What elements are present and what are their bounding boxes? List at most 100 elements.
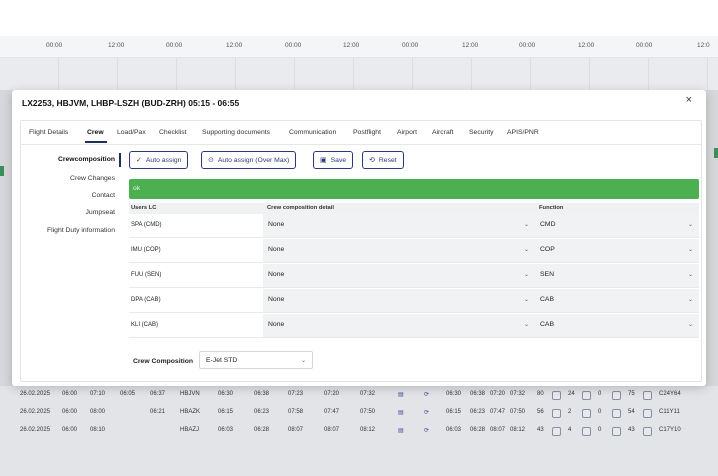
crew-row: KLI (CAB) None ⌄ CAB ⌄ — [129, 314, 699, 338]
crew-composition-label: Crew Composition — [133, 358, 194, 365]
pax-chip — [643, 409, 652, 418]
sidebar-item-jumpseat[interactable]: Jumpseat — [86, 209, 115, 216]
chevron-down-icon: ⌄ — [687, 322, 693, 328]
pax-chip — [643, 427, 652, 436]
reset-button[interactable]: ⟲ Reset — [362, 151, 404, 169]
pax-chip — [582, 427, 591, 436]
sidebar-item-crew-changes[interactable]: Crew Changes — [70, 175, 115, 182]
gantt-area — [0, 58, 718, 90]
pax-chip — [552, 391, 561, 400]
sidebar-item-flight-duty-information[interactable]: Flight Duty information — [47, 227, 115, 234]
pax-chip — [612, 427, 621, 436]
pax-chip — [552, 409, 561, 418]
crew-detail-select[interactable]: None ⌄ — [263, 289, 535, 312]
pax-chip — [552, 427, 561, 436]
tab-airport[interactable]: Airport — [397, 129, 417, 136]
crew-row: IMU (COP) None ⌄ COP ⌄ — [129, 239, 699, 263]
document-status-icon[interactable]: ▤ — [398, 427, 404, 434]
auto-assign-over-max-button[interactable]: ⊙ Auto assign (Over Max) — [201, 151, 297, 169]
crew-row: SPA (CMD) None ⌄ CMD ⌄ — [129, 214, 699, 238]
table-row[interactable]: 26.02.2025 06:00 08:10 HBAZJ 06:03 06:28… — [0, 422, 718, 440]
crew-row: DPA (CAB) None ⌄ CAB ⌄ — [129, 289, 699, 313]
timeline-tick: 12:00 — [462, 42, 479, 49]
close-icon[interactable]: × — [686, 94, 692, 106]
function-select[interactable]: CAB ⌄ — [535, 314, 699, 337]
circle-check-icon: ⊙ — [208, 157, 214, 164]
timeline-tick: 12:0 — [697, 42, 710, 49]
timeline-tick: 12:00 — [226, 42, 243, 49]
pax-chip — [582, 391, 591, 400]
crew-composition-panel: ✓ Auto assign ⊙ Auto assign (Over Max) ▣… — [125, 145, 699, 381]
save-icon: ▣ — [320, 157, 327, 164]
chevron-down-icon: ⌄ — [523, 247, 529, 253]
timeline-tick: 12:00 — [578, 42, 595, 49]
flight-dialog: LX2253, HBJVM, LHBP-LSZH (BUD-ZRH) 05:15… — [12, 90, 706, 386]
table-row[interactable]: 26.02.2025 06:00 07:10 06:05 06:37 HBJVN… — [0, 386, 718, 404]
sidebar-item-crewcomposition[interactable]: Crewcomposition — [58, 156, 115, 163]
side-nav: Crewcomposition Crew Changes Contact Jum… — [21, 145, 121, 381]
tab-supporting-documents[interactable]: Supporting documents — [202, 129, 270, 136]
dialog-panel: Flight Details Crew Load/Pax Checklist S… — [20, 120, 702, 382]
chevron-down-icon: ⌄ — [687, 222, 693, 228]
active-side-indicator — [119, 153, 121, 167]
crew-detail-select[interactable]: None ⌄ — [263, 264, 535, 287]
tab-bar: Flight Details Crew Load/Pax Checklist S… — [21, 121, 701, 145]
document-status-icon[interactable]: ▤ — [398, 391, 404, 398]
status-message: ok — [129, 179, 699, 199]
tab-load-pax[interactable]: Load/Pax — [117, 129, 146, 136]
tab-aircraft[interactable]: Aircraft — [432, 129, 454, 136]
timeline-tick: 00:00 — [46, 42, 63, 49]
timeline-axis: 00:00 12:00 00:00 12:00 00:00 12:00 00:0… — [0, 36, 718, 58]
crew-composition-select[interactable]: E-Jet STD ⌄ — [199, 351, 313, 369]
crew-detail-select[interactable]: None ⌄ — [263, 214, 535, 237]
app-top-area — [0, 0, 718, 36]
chevron-down-icon: ⌄ — [523, 297, 529, 303]
sidebar-item-contact[interactable]: Contact — [92, 192, 115, 199]
dialog-title: LX2253, HBJVM, LHBP-LSZH (BUD-ZRH) 05:15… — [22, 98, 240, 108]
auto-assign-button[interactable]: ✓ Auto assign — [129, 151, 189, 169]
right-edge-marker — [714, 148, 718, 158]
tab-checklist[interactable]: Checklist — [159, 129, 187, 136]
chevron-down-icon: ⌄ — [523, 272, 529, 278]
timeline-tick: 12:00 — [343, 42, 360, 49]
crew-detail-select[interactable]: None ⌄ — [263, 314, 535, 337]
timeline-tick: 00:00 — [285, 42, 302, 49]
tab-apis-pnr[interactable]: APIS/PNR — [507, 129, 539, 136]
table-row[interactable]: 26.02.2025 06:00 08:00 06:21 HBAZK 06:15… — [0, 404, 718, 422]
function-select[interactable]: CMD ⌄ — [535, 214, 699, 237]
tab-flight-details[interactable]: Flight Details — [29, 129, 68, 136]
crew-table-header: Users LC Crew composition detail Functio… — [129, 203, 699, 214]
reset-icon: ⟲ — [369, 157, 375, 164]
function-select[interactable]: CAB ⌄ — [535, 289, 699, 312]
save-button[interactable]: ▣ Save — [313, 151, 354, 169]
timeline-tick: 00:00 — [402, 42, 419, 49]
document-status-icon[interactable]: ▤ — [398, 409, 404, 416]
chevron-down-icon: ⌄ — [523, 222, 529, 228]
pax-chip — [612, 391, 621, 400]
check-icon: ✓ — [136, 157, 142, 164]
crew-row: FUU (SEN) None ⌄ SEN ⌄ — [129, 264, 699, 288]
chevron-down-icon: ⌄ — [523, 322, 529, 328]
flight-table-background: 26.02.2025 06:00 07:10 06:05 06:37 HBJVN… — [0, 386, 718, 476]
tab-postflight[interactable]: Postflight — [353, 129, 381, 136]
chevron-down-icon: ⌄ — [687, 297, 693, 303]
crew-detail-select[interactable]: None ⌄ — [263, 239, 535, 262]
tab-communication[interactable]: Communication — [289, 129, 336, 136]
refresh-status-icon[interactable]: ⟳ — [424, 427, 429, 434]
timeline-tick: 00:00 — [166, 42, 183, 49]
tab-crew[interactable]: Crew — [87, 129, 104, 136]
refresh-status-icon[interactable]: ⟳ — [424, 409, 429, 416]
left-edge-marker — [0, 166, 4, 176]
function-select[interactable]: COP ⌄ — [535, 239, 699, 262]
active-tab-indicator — [85, 141, 107, 143]
pax-chip — [612, 409, 621, 418]
chevron-down-icon: ⌄ — [687, 272, 693, 278]
function-select[interactable]: SEN ⌄ — [535, 264, 699, 287]
chevron-down-icon: ⌄ — [300, 358, 306, 364]
pax-chip — [643, 391, 652, 400]
chevron-down-icon: ⌄ — [687, 247, 693, 253]
pax-chip — [582, 409, 591, 418]
timeline-tick: 00:00 — [519, 42, 536, 49]
refresh-status-icon[interactable]: ⟳ — [424, 391, 429, 398]
tab-security[interactable]: Security — [469, 129, 494, 136]
